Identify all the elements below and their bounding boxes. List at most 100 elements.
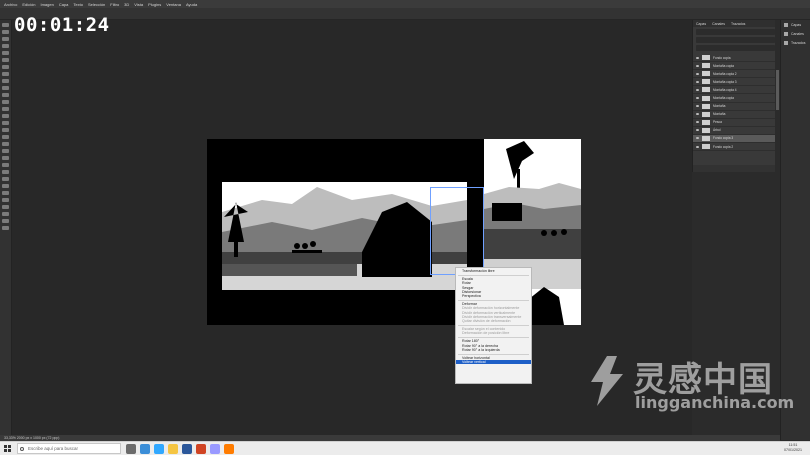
menu-item[interactable]: Plugins	[148, 2, 161, 7]
taskbar-clock[interactable]: 11:51 07/01/2021	[784, 443, 802, 453]
layer-row[interactable]: Montaña copia 3	[693, 78, 777, 87]
tool-icon[interactable]	[2, 142, 9, 146]
tool-icon[interactable]	[2, 44, 9, 48]
lock-bar[interactable]	[696, 45, 775, 51]
layer-row[interactable]: Montaña copia 2	[693, 70, 777, 79]
collapsed-panel-item[interactable]: Canales	[781, 29, 810, 38]
tool-icon[interactable]	[2, 156, 9, 160]
premiere-icon[interactable]	[210, 444, 220, 454]
layer-thumbnail	[702, 135, 710, 141]
menu-item[interactable]: Ayuda	[186, 2, 197, 7]
layer-filter-bar[interactable]	[696, 29, 775, 35]
menu-item[interactable]: Edición	[22, 2, 35, 7]
layer-row[interactable]: Fondo copia 3	[693, 134, 777, 144]
tool-icon[interactable]	[2, 198, 9, 202]
illustrator-icon[interactable]	[224, 444, 234, 454]
eye-icon[interactable]	[696, 105, 699, 108]
tool-icon[interactable]	[2, 23, 9, 27]
file-explorer-icon[interactable]	[168, 444, 178, 454]
layer-row[interactable]: Fondo copia 2	[693, 143, 777, 152]
tool-icon[interactable]	[2, 86, 9, 90]
tool-icon[interactable]	[2, 184, 9, 188]
context-menu-item[interactable]: Perspectiva	[456, 294, 531, 298]
eye-icon[interactable]	[696, 97, 699, 100]
tool-icon[interactable]	[2, 100, 9, 104]
taskbar-search-placeholder: Escribe aquí para buscar	[28, 446, 79, 451]
eye-icon[interactable]	[696, 88, 699, 91]
tool-icon[interactable]	[2, 212, 9, 216]
tool-icon[interactable]	[2, 107, 9, 111]
eye-icon[interactable]	[696, 72, 699, 75]
layer-name: Árbol	[713, 128, 721, 133]
eye-icon[interactable]	[696, 145, 699, 148]
photoshop-icon[interactable]	[154, 444, 164, 454]
task-view-icon[interactable]	[126, 444, 136, 454]
tool-icon[interactable]	[2, 163, 9, 167]
tool-icon[interactable]	[2, 135, 9, 139]
eye-icon[interactable]	[696, 113, 699, 116]
eye-icon[interactable]	[696, 80, 699, 83]
eye-icon[interactable]	[696, 137, 699, 140]
taskbar-search-input[interactable]: Escribe aquí para buscar	[17, 443, 121, 454]
tool-icon[interactable]	[2, 170, 9, 174]
collapsed-panel-item[interactable]: Capas	[781, 20, 810, 29]
menu-item[interactable]: 3D	[124, 2, 129, 7]
tool-icon[interactable]	[2, 30, 9, 34]
menu-item[interactable]: Imagen	[40, 2, 53, 7]
tool-icon[interactable]	[2, 149, 9, 153]
panel-tab[interactable]: Trazados	[731, 22, 745, 26]
tool-icon[interactable]	[2, 65, 9, 69]
powerpoint-icon[interactable]	[196, 444, 206, 454]
tool-icon[interactable]	[2, 226, 9, 230]
eye-icon[interactable]	[696, 56, 699, 59]
layers-scroll-thumb[interactable]	[775, 70, 779, 110]
word-icon[interactable]	[182, 444, 192, 454]
tool-icon[interactable]	[2, 72, 9, 76]
layer-row[interactable]: Fondo copia	[693, 54, 777, 63]
menu-item[interactable]: Ventana	[166, 2, 181, 7]
menu-item[interactable]: Archivo	[4, 2, 17, 7]
tool-icon[interactable]	[2, 37, 9, 41]
options-bar[interactable]	[0, 8, 810, 20]
tool-icon[interactable]	[2, 114, 9, 118]
layer-row[interactable]: Montaña copia 4	[693, 86, 777, 95]
layer-row[interactable]: Montaña copia	[693, 62, 777, 71]
tool-icon[interactable]	[2, 191, 9, 195]
tool-icon[interactable]	[2, 205, 9, 209]
layer-row[interactable]: Montaña	[693, 103, 777, 111]
context-menu-item[interactable]: Transformación libre	[456, 269, 531, 273]
panel-tab[interactable]: Canales	[712, 22, 725, 26]
windows-start-icon[interactable]	[4, 445, 11, 452]
tool-icon[interactable]	[2, 51, 9, 55]
menu-item[interactable]: Texto	[73, 2, 83, 7]
tool-icon[interactable]	[2, 128, 9, 132]
eye-icon[interactable]	[696, 129, 699, 132]
layer-row[interactable]: Montaña	[693, 111, 777, 119]
tool-icon[interactable]	[2, 121, 9, 125]
layer-row[interactable]: Montaña copia	[693, 94, 777, 103]
context-menu-item[interactable]: Rotar 90° a la izquierda	[456, 348, 531, 352]
collapsed-panel-item[interactable]: Trazados	[781, 38, 810, 47]
layers-scrollbar[interactable]	[775, 20, 779, 172]
menu-item[interactable]: Selección	[88, 2, 105, 7]
tool-icon[interactable]	[2, 93, 9, 97]
menu-item[interactable]: Vista	[134, 2, 143, 7]
tool-icon[interactable]	[2, 219, 9, 223]
context-menu-item[interactable]: Voltear vertical	[456, 360, 531, 365]
layer-row[interactable]: Árbol	[693, 127, 777, 135]
tool-icon[interactable]	[2, 177, 9, 181]
layer-row[interactable]: Pesca	[693, 119, 777, 127]
layer-thumbnail	[702, 127, 710, 133]
tool-icon[interactable]	[2, 79, 9, 83]
panel-tab[interactable]: Capas	[696, 22, 706, 26]
eye-icon[interactable]	[696, 121, 699, 124]
blend-mode-bar[interactable]	[696, 37, 775, 43]
windows-taskbar: Escribe aquí para buscar 11:51 07/01/202…	[0, 441, 810, 455]
transform-bounding-box[interactable]	[430, 187, 484, 275]
eye-icon[interactable]	[696, 64, 699, 67]
tool-icon[interactable]	[2, 58, 9, 62]
menu-item[interactable]: Filtro	[110, 2, 119, 7]
menu-item[interactable]: Capa	[59, 2, 69, 7]
chrome-icon[interactable]	[140, 444, 150, 454]
layers-panel-footer[interactable]	[693, 165, 777, 172]
